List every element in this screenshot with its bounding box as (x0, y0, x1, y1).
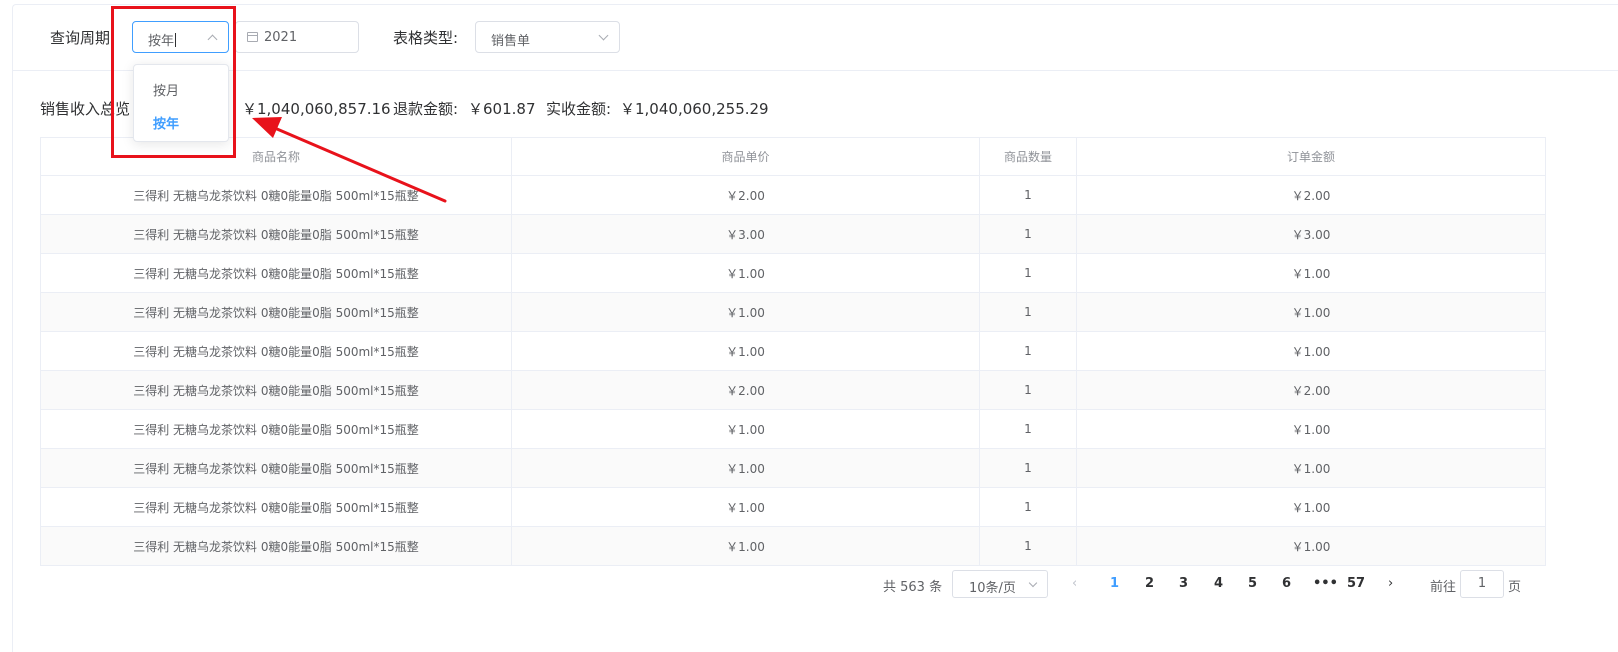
table-row: 三得利 无糖乌龙茶饮料 0糖0能量0脂 500ml*15瓶整 ￥1.00 1 ￥1.0… (40, 448, 1546, 488)
page-5[interactable]: 5 (1248, 576, 1257, 591)
income-value: ￥1,040,060,857.16 (242, 100, 391, 118)
type-select[interactable]: 销售单 (475, 21, 620, 53)
header-order-amount: 订单金额 (1076, 137, 1546, 176)
cell-quantity: 1 (979, 292, 1077, 332)
chevron-up-icon (207, 34, 218, 45)
actual-value: ￥1,040,060,255.29 (620, 100, 769, 118)
cell-order-amount: ￥2.00 (1076, 175, 1546, 215)
period-label: 查询周期: (50, 29, 116, 47)
table-row: 三得利 无糖乌龙茶饮料 0糖0能量0脂 500ml*15瓶整 ￥1.00 1 ￥1.0… (40, 409, 1546, 449)
type-select-value: 销售单 (491, 34, 531, 49)
refund-label: 退款金额: (393, 100, 459, 118)
year-picker[interactable]: 2021 (235, 21, 359, 53)
cell-order-amount: ￥3.00 (1076, 214, 1546, 254)
cell-quantity: 1 (979, 526, 1077, 566)
goto-page-input[interactable]: 1 (1460, 570, 1504, 598)
cell-product-name: 三得利 无糖乌龙茶饮料 0糖0能量0脂 500ml*15瓶整 (40, 526, 512, 566)
cell-unit-price: ￥1.00 (511, 253, 980, 293)
page-size-select[interactable]: 10条/页 (952, 570, 1048, 598)
table-row: 三得利 无糖乌龙茶饮料 0糖0能量0脂 500ml*15瓶整 ￥1.00 1 ￥1.0… (40, 292, 1546, 332)
next-page-button[interactable]: › (1388, 576, 1393, 591)
chevron-down-icon (598, 30, 609, 41)
table-row: 三得利 无糖乌龙茶饮料 0糖0能量0脂 500ml*15瓶整 ￥1.00 1 ￥1.0… (40, 331, 1546, 371)
cell-product-name: 三得利 无糖乌龙茶饮料 0糖0能量0脂 500ml*15瓶整 (40, 409, 512, 449)
page: 查询周期: 按年 2021 表格类型: 销售单 按月 按年 销售收入总览 ￥1,… (0, 0, 1618, 652)
table-row: 三得利 无糖乌龙茶饮料 0糖0能量0脂 500ml*15瓶整 ￥1.00 1 ￥1.0… (40, 253, 1546, 293)
prev-page-button[interactable]: ‹ (1072, 576, 1077, 591)
header-product-name: 商品名称 (40, 137, 512, 176)
cell-unit-price: ￥1.00 (511, 526, 980, 566)
cell-order-amount: ￥1.00 (1076, 331, 1546, 371)
cell-product-name: 三得利 无糖乌龙茶饮料 0糖0能量0脂 500ml*15瓶整 (40, 253, 512, 293)
goto-suffix: 页 (1508, 580, 1522, 595)
cell-quantity: 1 (979, 214, 1077, 254)
cell-order-amount: ￥1.00 (1076, 526, 1546, 566)
table-row: 三得利 无糖乌龙茶饮料 0糖0能量0脂 500ml*15瓶整 ￥1.00 1 ￥1.0… (40, 526, 1546, 566)
dropdown-option-year[interactable]: 按年 (153, 113, 179, 132)
sales-table: 商品名称 商品单价 商品数量 订单金额 三得利 无糖乌龙茶饮料 0糖0能量0脂 … (40, 137, 1546, 566)
text-cursor (175, 33, 177, 47)
cell-product-name: 三得利 无糖乌龙茶饮料 0糖0能量0脂 500ml*15瓶整 (40, 370, 512, 410)
cell-product-name: 三得利 无糖乌龙茶饮料 0糖0能量0脂 500ml*15瓶整 (40, 175, 512, 215)
table-row: 三得利 无糖乌龙茶饮料 0糖0能量0脂 500ml*15瓶整 ￥2.00 1 ￥2.0… (40, 370, 1546, 410)
summary-title: 销售收入总览 (40, 100, 131, 118)
refund-value: ￥601.87 (468, 100, 536, 118)
page-3[interactable]: 3 (1179, 576, 1188, 591)
chevron-down-icon (1028, 578, 1038, 588)
year-picker-value: 2021 (264, 30, 298, 45)
page-size-value: 10条/页 (969, 581, 1016, 596)
cell-product-name: 三得利 无糖乌龙茶饮料 0糖0能量0脂 500ml*15瓶整 (40, 292, 512, 332)
actual-label: 实收金额: (546, 100, 612, 118)
goto-label: 前往 (1430, 580, 1457, 595)
cell-unit-price: ￥2.00 (511, 175, 980, 215)
total-count: 共 563 条 (883, 580, 943, 595)
header-quantity: 商品数量 (979, 137, 1077, 176)
page-1[interactable]: 1 (1110, 576, 1119, 591)
dropdown-option-month[interactable]: 按月 (153, 80, 179, 99)
cell-product-name: 三得利 无糖乌龙茶饮料 0糖0能量0脂 500ml*15瓶整 (40, 214, 512, 254)
page-6[interactable]: 6 (1282, 576, 1291, 591)
cell-unit-price: ￥1.00 (511, 409, 980, 449)
cell-unit-price: ￥1.00 (511, 292, 980, 332)
period-select[interactable]: 按年 (132, 21, 229, 53)
cell-quantity: 1 (979, 253, 1077, 293)
table-row: 三得利 无糖乌龙茶饮料 0糖0能量0脂 500ml*15瓶整 ￥2.00 1 ￥2.0… (40, 175, 1546, 215)
cell-unit-price: ￥1.00 (511, 487, 980, 527)
period-select-value: 按年 (148, 34, 175, 49)
cell-order-amount: ￥1.00 (1076, 409, 1546, 449)
page-2[interactable]: 2 (1145, 576, 1154, 591)
period-dropdown: 按月 按年 (133, 64, 229, 142)
header-unit-price: 商品单价 (511, 137, 980, 176)
page-ellipsis[interactable]: ••• (1313, 576, 1338, 591)
cell-order-amount: ￥1.00 (1076, 253, 1546, 293)
cell-product-name: 三得利 无糖乌龙茶饮料 0糖0能量0脂 500ml*15瓶整 (40, 487, 512, 527)
page-57[interactable]: 57 (1347, 576, 1365, 591)
cell-order-amount: ￥1.00 (1076, 292, 1546, 332)
cell-order-amount: ￥2.00 (1076, 370, 1546, 410)
cell-quantity: 1 (979, 331, 1077, 371)
type-label: 表格类型: (393, 29, 459, 47)
cell-product-name: 三得利 无糖乌龙茶饮料 0糖0能量0脂 500ml*15瓶整 (40, 448, 512, 488)
cell-unit-price: ￥2.00 (511, 370, 980, 410)
cell-unit-price: ￥1.00 (511, 448, 980, 488)
cell-order-amount: ￥1.00 (1076, 448, 1546, 488)
cell-quantity: 1 (979, 175, 1077, 215)
table-row: 三得利 无糖乌龙茶饮料 0糖0能量0脂 500ml*15瓶整 ￥3.00 1 ￥3.0… (40, 214, 1546, 254)
page-4[interactable]: 4 (1214, 576, 1223, 591)
cell-quantity: 1 (979, 487, 1077, 527)
calendar-icon (247, 32, 258, 42)
cell-quantity: 1 (979, 448, 1077, 488)
cell-unit-price: ￥1.00 (511, 331, 980, 371)
cell-product-name: 三得利 无糖乌龙茶饮料 0糖0能量0脂 500ml*15瓶整 (40, 331, 512, 371)
table-header-row: 商品名称 商品单价 商品数量 订单金额 (40, 137, 1546, 176)
cell-order-amount: ￥1.00 (1076, 487, 1546, 527)
table-row: 三得利 无糖乌龙茶饮料 0糖0能量0脂 500ml*15瓶整 ￥1.00 1 ￥1.0… (40, 487, 1546, 527)
pagination: 共 563 条 10条/页 ‹ 1 2 3 4 5 6 ••• 57 › 前往 … (0, 570, 1618, 598)
cell-unit-price: ￥3.00 (511, 214, 980, 254)
cell-quantity: 1 (979, 409, 1077, 449)
cell-quantity: 1 (979, 370, 1077, 410)
